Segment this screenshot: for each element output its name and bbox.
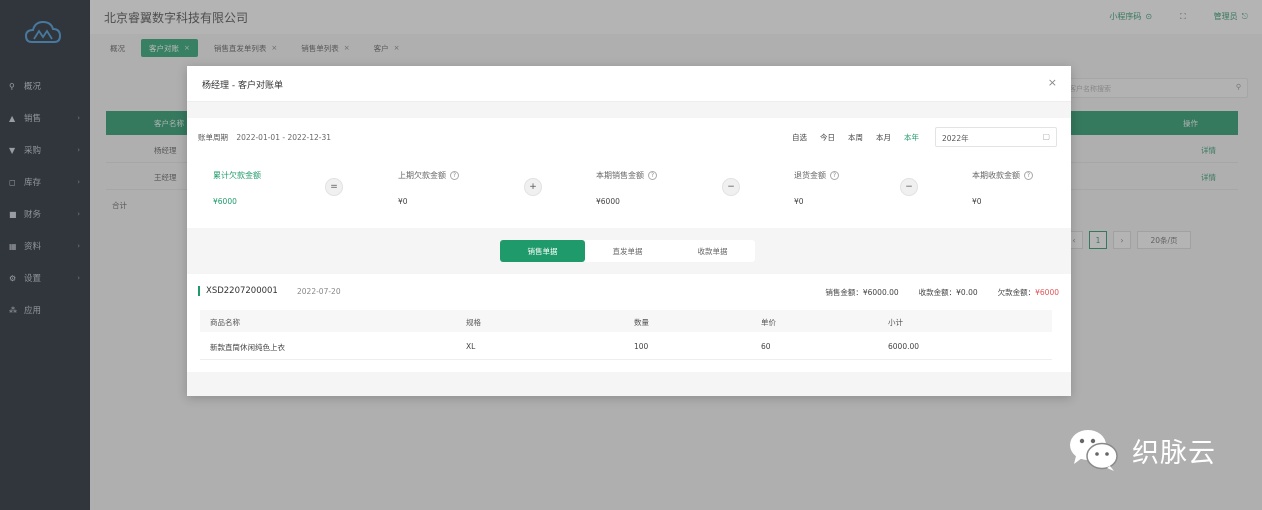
help-icon[interactable]: ?	[648, 171, 657, 180]
calendar-icon: ▢	[1042, 132, 1050, 141]
label-text: 本期收款金额	[972, 171, 1020, 180]
wechat-icon	[1070, 430, 1118, 471]
filter-today[interactable]: 今日	[820, 132, 835, 143]
balance-formula: 累计欠款金额 ¥6000 = 上期欠款金额? ¥0 + 本期销售金额? ¥600…	[187, 170, 1071, 220]
period-sales: 本期销售金额? ¥6000	[596, 170, 657, 206]
year-value: 2022年	[942, 134, 969, 143]
previous-owed: 上期欠款金额? ¥0	[398, 170, 459, 206]
filter-this-week[interactable]: 本周	[848, 132, 863, 143]
period-sales-label: 本期销售金额?	[596, 170, 657, 181]
product-quantity: 100	[634, 342, 649, 351]
modal-header: 杨经理 - 客户对账单 ×	[187, 66, 1071, 102]
period-received-value: ¥0	[972, 197, 982, 206]
sales-amount-label: 销售金额：	[825, 288, 863, 297]
year-picker[interactable]: 2022年 ▢	[935, 127, 1057, 147]
customer-statement-modal: 杨经理 - 客户对账单 × 账单周期 2022-01-01 - 2022-12-…	[187, 66, 1071, 396]
received-amount-label: 收款金额：	[918, 288, 957, 297]
column-header: 小计	[888, 318, 903, 327]
bill-period: 账单周期 2022-01-01 - 2022-12-31	[198, 132, 331, 143]
bill-period-value: 2022-01-01 - 2022-12-31	[236, 133, 332, 142]
modal-title: 杨经理 - 客户对账单	[202, 81, 283, 91]
received-amount: 收款金额：¥0.00	[919, 287, 978, 298]
total-owed-value: ¥6000	[213, 197, 237, 206]
minus-operator: −	[722, 178, 740, 196]
label-text: 上期欠款金额	[398, 171, 446, 180]
total-owed: 累计欠款金额 ¥6000	[213, 170, 261, 206]
column-header: 单价	[761, 318, 776, 327]
period-sales-value: ¥6000	[596, 197, 620, 206]
help-icon[interactable]: ?	[830, 171, 839, 180]
order-detail-card: XSD2207200001 2022-07-20 销售金额：¥6000.00 收…	[187, 274, 1071, 372]
minus-operator: −	[900, 178, 918, 196]
bill-period-label: 账单周期	[198, 133, 228, 142]
order-items-table: 商品名称 规格 数量 单价 小计 新款直筒休闲纯色上衣 XL 100 60 60…	[200, 310, 1052, 360]
product-name: 新款直筒休闲纯色上衣	[210, 343, 285, 352]
product-unit-price: 60	[761, 342, 771, 351]
tab-sales-documents[interactable]: 销售单据	[500, 240, 585, 262]
filter-custom[interactable]: 自选	[792, 132, 807, 143]
column-header: 商品名称	[210, 318, 240, 327]
plus-operator: +	[524, 178, 542, 196]
period-received-label: 本期收款金额?	[972, 170, 1033, 181]
document-type-switch: 销售单据 直发单据 收款单据	[500, 240, 755, 262]
equals-operator: =	[325, 178, 343, 196]
product-subtotal: 6000.00	[888, 342, 920, 351]
order-date: 2022-07-20	[297, 287, 341, 296]
statement-summary-panel: 账单周期 2022-01-01 - 2022-12-31 自选 今日 本周 本月…	[187, 118, 1071, 228]
previous-owed-value: ¥0	[398, 197, 408, 206]
sales-amount-value: ¥6000.00	[862, 288, 899, 297]
watermark: 织脉云	[1068, 428, 1216, 472]
column-header: 规格	[466, 318, 481, 327]
filter-this-month[interactable]: 本月	[876, 132, 891, 143]
owed-amount: 欠款金额：¥6000	[998, 287, 1059, 298]
watermark-text: 织脉云	[1132, 437, 1216, 469]
product-spec: XL	[466, 342, 476, 351]
return-amount-value: ¥0	[794, 197, 804, 206]
return-amount-label: 退货金额?	[794, 170, 839, 181]
table-row: 新款直筒休闲纯色上衣 XL 100 60 6000.00	[200, 332, 1052, 360]
filter-this-year[interactable]: 本年	[904, 132, 919, 143]
close-icon[interactable]: ×	[1048, 76, 1057, 89]
help-icon[interactable]: ?	[1024, 171, 1033, 180]
period-received: 本期收款金额? ¥0	[972, 170, 1033, 206]
order-amounts: 销售金额：¥6000.00 收款金额：¥0.00 欠款金额：¥6000	[825, 287, 1059, 298]
quick-date-filters: 自选 今日 本周 本月 本年	[792, 132, 919, 143]
sales-amount: 销售金额：¥6000.00	[825, 287, 898, 298]
received-amount-value: ¥0.00	[956, 288, 978, 297]
help-icon[interactable]: ?	[450, 171, 459, 180]
return-amount: 退货金额? ¥0	[794, 170, 839, 206]
owed-amount-value: ¥6000	[1035, 288, 1059, 297]
previous-owed-label: 上期欠款金额?	[398, 170, 459, 181]
tab-direct-documents[interactable]: 直发单据	[585, 240, 670, 262]
label-text: 本期销售金额	[596, 171, 644, 180]
table-header: 商品名称 规格 数量 单价 小计	[200, 310, 1052, 332]
order-number[interactable]: XSD2207200001	[198, 286, 278, 296]
label-text: 退货金额	[794, 171, 826, 180]
owed-amount-label: 欠款金额：	[997, 288, 1036, 297]
total-owed-label: 累计欠款金额	[213, 171, 261, 180]
column-header: 数量	[634, 318, 649, 327]
tab-receipt-documents[interactable]: 收款单据	[670, 240, 755, 262]
